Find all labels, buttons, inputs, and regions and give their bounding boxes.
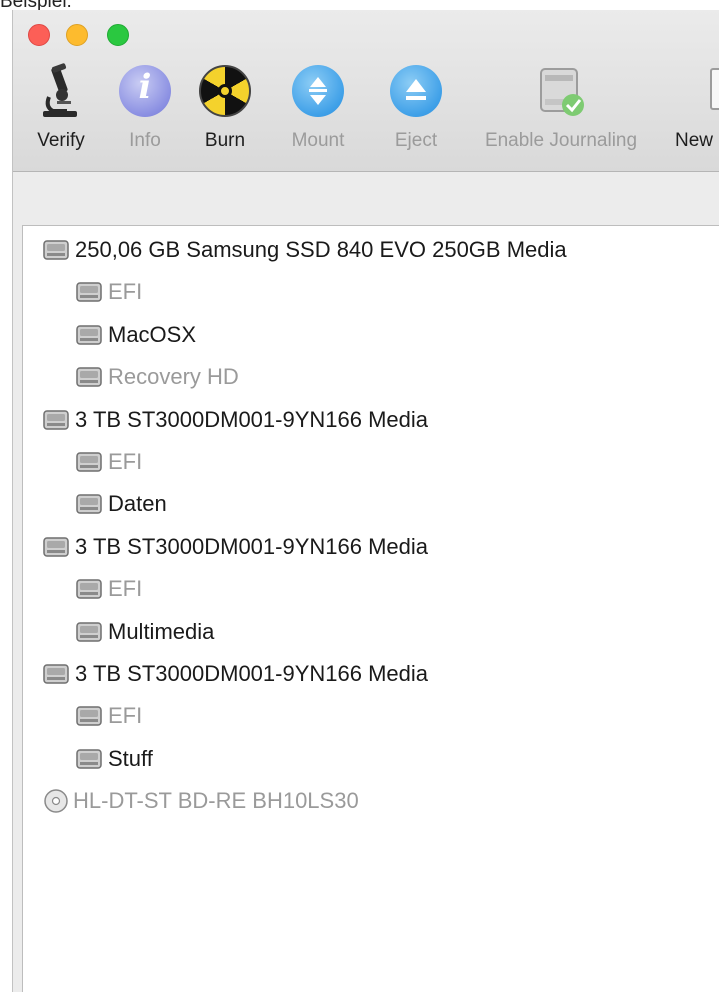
minimize-button[interactable]	[66, 24, 88, 46]
hard-disk-icon	[43, 536, 69, 558]
disk-label: HL-DT-ST BD-RE BH10LS30	[73, 788, 359, 814]
volume-row[interactable]: Daten	[76, 484, 167, 524]
disk-row[interactable]: 3 TB ST3000DM001-9YN166 Media	[43, 654, 428, 694]
optical-drive-icon	[43, 788, 69, 814]
hard-disk-icon	[76, 324, 102, 346]
mount-button[interactable]: Mount	[286, 56, 350, 161]
volume-row[interactable]: EFI	[76, 442, 142, 482]
hard-disk-icon	[76, 578, 102, 600]
volume-row[interactable]: EFI	[76, 569, 142, 609]
disk-row[interactable]: HL-DT-ST BD-RE BH10LS30	[43, 781, 359, 821]
toolbar: Verify i Info Burn Mount Eject Enable Jo…	[13, 56, 719, 166]
disk-label: EFI	[108, 576, 143, 602]
close-button[interactable]	[28, 24, 50, 46]
enable-journaling-button[interactable]: Enable Journaling	[461, 56, 661, 161]
burn-button[interactable]: Burn	[195, 56, 255, 161]
hard-disk-icon	[76, 705, 102, 727]
disk-row[interactable]: 3 TB ST3000DM001-9YN166 Media	[43, 400, 428, 440]
disk-label: 3 TB ST3000DM001-9YN166 Media	[75, 533, 429, 559]
hard-disk-icon	[43, 239, 69, 261]
zoom-button[interactable]	[107, 24, 129, 46]
disk-label: 250,06 GB Samsung SSD 840 EVO 250GB Medi…	[75, 237, 567, 262]
disk-label: EFI	[108, 703, 143, 729]
disk-label: Daten	[108, 491, 167, 517]
hard-disk-icon	[76, 621, 102, 643]
volume-row[interactable]: MacOSX	[76, 315, 196, 355]
disk-row[interactable]: 3 TB ST3000DM001-9YN166 Media	[43, 527, 428, 567]
eject-label: Eject	[394, 130, 438, 151]
verify-button[interactable]: Verify	[31, 56, 91, 161]
volume-row[interactable]: EFI	[76, 696, 142, 736]
hard-disk-icon	[76, 281, 102, 303]
new-image-icon	[675, 61, 719, 121]
volume-row[interactable]: EFI	[76, 272, 142, 312]
new-image-label: New	[675, 130, 714, 151]
microscope-icon	[31, 61, 91, 121]
enable-journaling-label: Enable Journaling	[484, 130, 638, 151]
journaling-icon	[531, 61, 591, 121]
disk-label: EFI	[108, 449, 143, 474]
titlebar: Verify i Info Burn Mount Eject Enable Jo…	[13, 10, 719, 172]
eject-icon	[386, 61, 446, 121]
disk-label: MacOSX	[108, 321, 197, 347]
volume-row[interactable]: Recovery HD	[76, 357, 239, 397]
burn-label: Burn	[204, 130, 246, 151]
hard-disk-icon	[76, 366, 102, 388]
disk-label: 3 TB ST3000DM001-9YN166 Media	[75, 406, 429, 432]
mount-label: Mount	[291, 130, 345, 151]
verify-label: Verify	[37, 130, 85, 151]
info-label: Info	[129, 130, 161, 151]
info-button[interactable]: i Info	[115, 56, 175, 161]
disk-label: Multimedia	[108, 618, 215, 644]
disk-label: EFI	[108, 279, 143, 305]
volume-row[interactable]: Stuff	[76, 739, 153, 779]
hard-disk-icon	[43, 663, 69, 685]
burn-icon	[195, 61, 255, 121]
mount-icon	[288, 61, 348, 121]
hard-disk-icon	[76, 493, 102, 515]
disk-label: Recovery HD	[108, 364, 239, 390]
hard-disk-icon	[43, 409, 69, 431]
hard-disk-icon	[76, 451, 102, 473]
disk-list: 250,06 GB Samsung SSD 840 EVO 250GB Medi…	[22, 225, 719, 992]
disk-label: 3 TB ST3000DM001-9YN166 Media	[75, 661, 429, 686]
hard-disk-icon	[76, 748, 102, 770]
disk-label: Stuff	[108, 745, 153, 771]
eject-button[interactable]: Eject	[386, 56, 446, 161]
info-icon: i	[115, 61, 175, 121]
new-image-button[interactable]: New	[675, 56, 719, 161]
volume-row[interactable]: Multimedia	[76, 612, 214, 652]
disk-row[interactable]: 250,06 GB Samsung SSD 840 EVO 250GB Medi…	[43, 230, 567, 270]
